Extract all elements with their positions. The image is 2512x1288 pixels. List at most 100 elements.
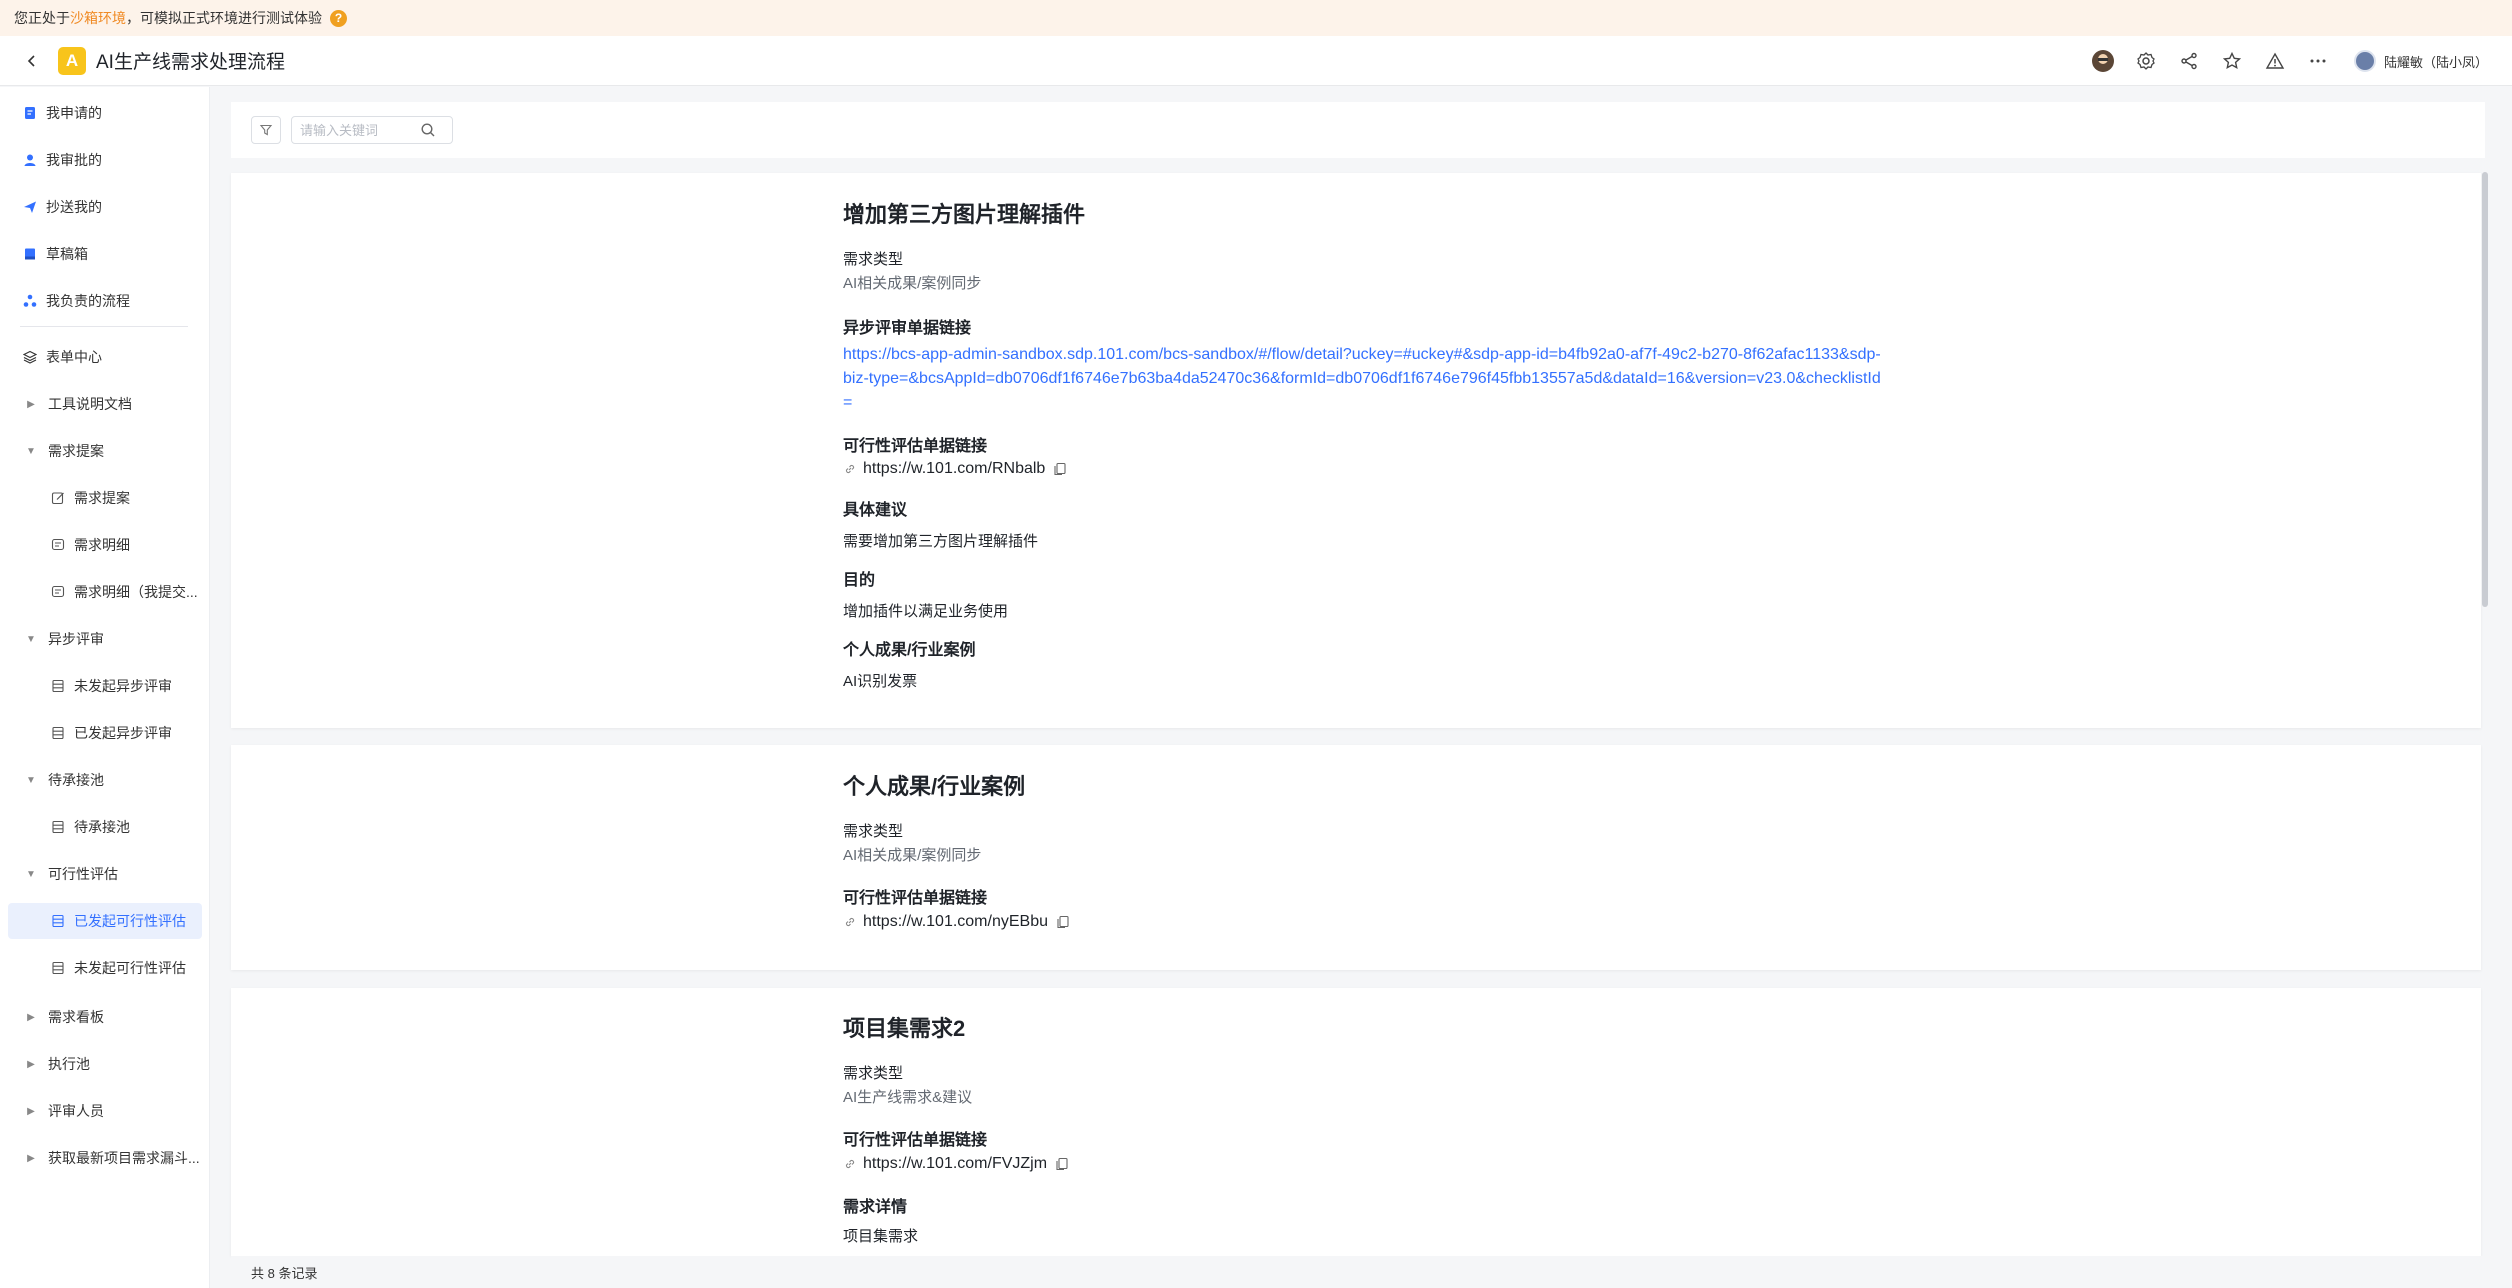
caret-right-icon: ▶ [27, 1058, 35, 1070]
record-card[interactable]: 增加第三方图片理解插件 需求类型 AI相关成果/案例同步 异步评审单据链接 ht… [231, 173, 2481, 728]
field-label: 异步评审单据链接 [843, 320, 972, 337]
feasibility-link[interactable]: https://w.101.com/RNbalb [843, 460, 1067, 478]
table-icon [50, 913, 66, 929]
table-icon [50, 725, 66, 741]
sidebar-item-form-center[interactable]: 表单中心 [8, 339, 202, 375]
feasibility-link-text[interactable]: https://w.101.com/FVJZjm [863, 1155, 1047, 1173]
sidebar-item-feasibility-not-started[interactable]: 未发起可行性评估 [8, 950, 202, 986]
sidebar-item-drafts[interactable]: 草稿箱 [8, 236, 202, 272]
async-review-link[interactable]: https://bcs-app-admin-sandbox.sdp.101.co… [843, 343, 1883, 415]
content-scrollbar[interactable] [2482, 172, 2488, 607]
field-label: 具体建议 [843, 502, 908, 519]
sidebar-item-label: 未发起异步评审 [74, 678, 172, 694]
field-label: 需求详情 [843, 1199, 908, 1216]
table-icon [50, 819, 66, 835]
sidebar-item-requirement-detail[interactable]: 需求明细 [8, 527, 202, 563]
record-card[interactable]: 项目集需求2 需求类型 AI生产线需求&建议 可行性评估单据链接 https:/… [231, 988, 2481, 1256]
field-value: AI生产线需求&建议 [843, 1089, 973, 1106]
caret-right-icon: ▶ [27, 1105, 35, 1117]
sidebar-item-cc-me[interactable]: 抄送我的 [8, 189, 202, 225]
field-value: AI相关成果/案例同步 [843, 275, 982, 292]
share-icon[interactable] [2168, 36, 2211, 86]
sidebar-item-label: 我负责的流程 [46, 293, 130, 309]
search-input[interactable] [300, 122, 420, 138]
filter-button[interactable] [251, 116, 281, 144]
list-icon [50, 584, 66, 600]
copy-icon[interactable] [1055, 1157, 1069, 1171]
star-icon[interactable] [2211, 36, 2254, 86]
sidebar-item-label: 待承接池 [48, 772, 104, 788]
link-icon [845, 917, 855, 927]
settings-icon[interactable] [2125, 36, 2168, 86]
sidebar-group-pending-pool[interactable]: ▼ 待承接池 [8, 762, 202, 798]
edit-icon [50, 490, 66, 506]
sidebar-item-requirement-proposal[interactable]: 需求提案 [8, 480, 202, 516]
banner-highlight: 沙箱环境 [70, 10, 126, 26]
feasibility-link-text[interactable]: https://w.101.com/nyEBbu [863, 913, 1048, 931]
sidebar-item-feasibility-started[interactable]: 已发起可行性评估 [8, 903, 202, 939]
sidebar-item-my-approvals[interactable]: 我审批的 [8, 142, 202, 178]
field-label: 需求类型 [843, 251, 904, 268]
caret-down-icon: ▼ [26, 868, 36, 880]
sidebar-item-async-review-started[interactable]: 已发起异步评审 [8, 715, 202, 751]
field-value: AI识别发票 [843, 673, 918, 690]
card-title: 个人成果/行业案例 [843, 774, 1026, 799]
sidebar-group-latest-funnel[interactable]: ▶ 获取最新项目需求漏斗... [8, 1140, 202, 1176]
sidebar-group-requirement-board[interactable]: ▶ 需求看板 [8, 999, 202, 1035]
field-label: 需求类型 [843, 1065, 904, 1082]
card-title: 项目集需求2 [843, 1016, 966, 1041]
warning-icon[interactable] [2254, 36, 2297, 86]
sidebar-item-label: 我审批的 [46, 152, 102, 168]
user-avatar[interactable] [2353, 50, 2376, 72]
send-icon [22, 199, 38, 215]
sidebar-item-label: 异步评审 [48, 631, 104, 647]
user-icon [22, 152, 38, 168]
sidebar: 我申请的 我审批的 抄送我的 草稿箱 我负责的流程 表单中心 ▶ 工具说明文档 … [0, 87, 210, 1288]
sidebar-item-label: 工具说明文档 [48, 396, 132, 412]
sidebar-item-label: 需求明细 [74, 537, 130, 553]
search-box [291, 116, 453, 144]
sidebar-item-pending-pool[interactable]: 待承接池 [8, 809, 202, 845]
assistant-avatar-icon[interactable] [2082, 36, 2125, 86]
feasibility-link[interactable]: https://w.101.com/FVJZjm [843, 1155, 1069, 1173]
search-icon[interactable] [420, 122, 436, 138]
sidebar-item-label: 获取最新项目需求漏斗... [48, 1150, 200, 1166]
caret-right-icon: ▶ [27, 1011, 35, 1023]
sidebar-item-requirement-detail-mine[interactable]: 需求明细（我提交... [8, 574, 202, 610]
feasibility-link[interactable]: https://w.101.com/nyEBbu [843, 913, 1070, 931]
sidebar-group-reviewers[interactable]: ▶ 评审人员 [8, 1093, 202, 1129]
banner-suffix: ，可模拟正式环境进行测试体验 [126, 10, 322, 26]
sidebar-group-requirement-proposal[interactable]: ▼ 需求提案 [8, 433, 202, 469]
copy-icon[interactable] [1053, 462, 1067, 476]
layers-icon [22, 349, 38, 365]
more-icon[interactable] [2297, 36, 2340, 86]
sidebar-group-execution-pool[interactable]: ▶ 执行池 [8, 1046, 202, 1082]
help-icon[interactable]: ? [330, 9, 347, 27]
sandbox-banner: 您正处于 沙箱环境 ，可模拟正式环境进行测试体验 ? [0, 0, 2512, 36]
sidebar-item-label: 我申请的 [46, 105, 102, 121]
sidebar-divider [20, 326, 188, 327]
sidebar-group-async-review[interactable]: ▼ 异步评审 [8, 621, 202, 657]
sidebar-item-label: 已发起异步评审 [74, 725, 172, 741]
field-label: 个人成果/行业案例 [843, 642, 976, 659]
link-icon [845, 464, 855, 474]
sidebar-item-my-flows[interactable]: 我负责的流程 [8, 283, 202, 319]
field-label: 目的 [843, 572, 876, 589]
sidebar-group-feasibility[interactable]: ▼ 可行性评估 [8, 856, 202, 892]
sidebar-group-tool-docs[interactable]: ▶ 工具说明文档 [8, 386, 202, 422]
sidebar-item-async-review-not-started[interactable]: 未发起异步评审 [8, 668, 202, 704]
user-name[interactable]: 陆耀敏（陆小凤） [2384, 52, 2488, 71]
caret-right-icon: ▶ [27, 398, 35, 410]
banner-prefix: 您正处于 [14, 10, 70, 26]
copy-icon[interactable] [1056, 915, 1070, 929]
link-icon [845, 1159, 855, 1169]
record-card[interactable]: 个人成果/行业案例 需求类型 AI相关成果/案例同步 可行性评估单据链接 htt… [231, 745, 2481, 970]
sidebar-item-label: 需求提案 [48, 443, 104, 459]
field-label: 可行性评估单据链接 [843, 890, 988, 907]
back-icon[interactable] [22, 51, 42, 71]
sidebar-item-my-applications[interactable]: 我申请的 [8, 95, 202, 131]
feasibility-link-text[interactable]: https://w.101.com/RNbalb [863, 460, 1045, 478]
sidebar-item-label: 草稿箱 [46, 246, 88, 262]
pagination-footer: 共 8 条记录 [231, 1256, 2485, 1288]
field-value: 增加插件以满足业务使用 [843, 603, 1009, 620]
